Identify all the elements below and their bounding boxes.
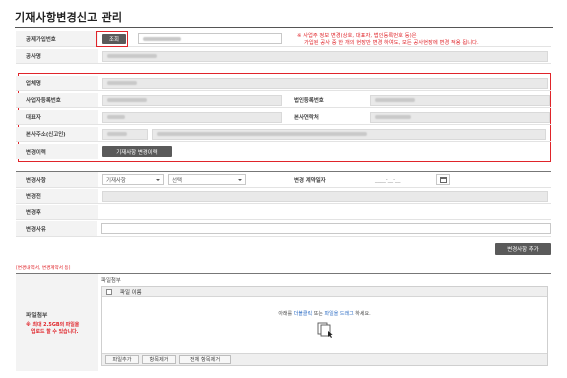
notice-text: ※ 사업주 정보 변경(상호, 대표자, 법인등록번호 등)은 가입된 공사 중… [297,33,479,47]
bizno-field [102,94,282,106]
contact-field [370,111,550,123]
company-name-label: 업체명 [16,76,98,90]
history-row: 변경이력 기재사항 변경이력 [16,144,551,159]
ceo-row: 대표자 본사연락처 [16,110,551,125]
zipcode-field [102,128,148,140]
bizno-row: 사업자등록번호 법인등록번호 [16,93,551,108]
attach-label-cell: 파일첨부 ※ 최대 2.5GB의 파일을 업로드 할 수 있습니다. [16,274,98,371]
chevron-down-icon [156,178,160,181]
change-date-input[interactable]: ____-__-__ [370,174,434,185]
project-name-field [102,50,548,62]
file-list-header: 파일 이름 [102,287,547,297]
before-row: 변경전 [16,189,551,204]
file-list-footer: 파일추가 항목제거 전체 항목제거 [102,353,547,365]
project-label: 공사명 [16,49,98,63]
address-label: 본사주소(신고인) [16,127,98,141]
attach-note: [변경내역서, 변경계약서 등] [16,266,71,271]
company-name-field [102,77,548,89]
member-no-label: 공제가입번호 [16,31,98,46]
attach-limit-note: ※ 최대 2.5GB의 파일을 업로드 할 수 있습니다. [26,322,80,335]
attach-title: 파일첨부 [26,313,48,320]
contact-label: 본사연락처 [284,110,366,124]
company-name-row: 업체명 [16,76,551,91]
change-date-label: 변경 계약일자 [284,172,366,187]
before-label: 변경전 [16,189,98,203]
address-row: 본사주소(신고인) [16,127,551,142]
bizno-label: 사업자등록번호 [16,93,98,107]
attach-panel-title: 파일첨부 [101,278,121,284]
after-row: 변경후 [16,205,551,220]
project-row: 공사명 [16,49,551,64]
drop-instruction: 아래를 더블클릭 또는 파일을 드래그 하세요. [278,311,371,317]
change-history-button[interactable]: 기재사항 변경이력 [102,146,172,157]
address-field [152,128,546,140]
select-all-checkbox[interactable] [106,288,112,295]
reason-row: 변경사유 [16,221,551,237]
corpno-field [370,94,550,106]
remove-all-button[interactable]: 전체 항목제거 [179,355,231,364]
reason-label: 변경사유 [16,221,97,236]
after-label: 변경후 [16,205,98,219]
add-file-button[interactable]: 파일추가 [105,355,139,364]
attach-panel: 파일첨부 파일 이름 아래를 더블클릭 또는 파일을 드래그 하세요. 파일추가… [98,274,551,371]
remove-item-button[interactable]: 항목제거 [142,355,176,364]
chevron-down-icon [238,178,242,181]
change-item-select[interactable]: 기재사항 [102,174,164,185]
before-field [102,190,548,202]
change-item-label: 변경사항 [16,172,98,187]
corpno-label: 법인등록번호 [284,93,366,107]
member-search-highlight [96,31,128,47]
change-choice-select[interactable]: 선택 [168,174,246,185]
history-label: 변경이력 [16,144,98,159]
member-no-input[interactable] [138,33,282,44]
file-drop-icon [316,322,334,340]
file-list: 파일 이름 아래를 더블클릭 또는 파일을 드래그 하세요. 파일추가 항목제거 [101,286,548,366]
reason-input[interactable] [101,223,551,234]
attach-section: 파일첨부 ※ 최대 2.5GB의 파일을 업로드 할 수 있습니다. 파일첨부 … [16,273,551,371]
ceo-label: 대표자 [16,110,98,124]
calendar-icon[interactable] [436,174,450,185]
add-change-button[interactable]: 변경사항 추가 [495,243,551,255]
change-item-row: 변경사항 기재사항 선택 변경 계약일자 ____-__-__ [16,172,551,188]
title-divider [15,27,553,28]
drop-zone[interactable]: 아래를 더블클릭 또는 파일을 드래그 하세요. [102,297,547,353]
file-name-header: 파일 이름 [120,289,142,296]
ceo-field [102,111,282,123]
page-title: 기재사항변경신고 관리 [15,11,123,24]
